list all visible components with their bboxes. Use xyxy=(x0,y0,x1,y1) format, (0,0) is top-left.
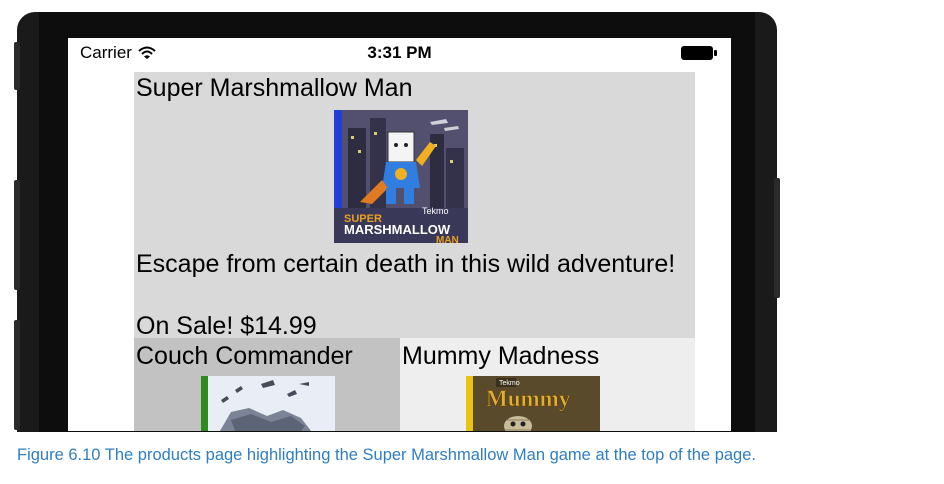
figure-caption: Figure 6.10 The products page highlighti… xyxy=(17,446,756,464)
featured-product-title: Super Marshmallow Man xyxy=(136,74,413,102)
featured-game-cover[interactable]: Tekmo SUPER MARSHMALLOW MAN xyxy=(334,110,468,243)
mummy-madness-cover[interactable]: Tekmo Mummy xyxy=(466,376,600,431)
status-time: 3:31 PM xyxy=(367,43,432,62)
mute-switch xyxy=(14,42,20,90)
phone-screen: Carrier 3:31 PM Super Marshmallow Man Te… xyxy=(68,38,731,431)
status-bar: Carrier 3:31 PM xyxy=(68,38,731,70)
product-tile-couch-commander[interactable]: Couch Commander xyxy=(134,338,400,431)
cover-title-line2: MARSHMALLOW xyxy=(344,222,451,237)
cover-tekmo-label: Tekmo xyxy=(422,206,449,216)
product-title: Mummy Madness xyxy=(402,342,600,370)
volume-down-button xyxy=(14,320,20,430)
featured-product-card[interactable]: Super Marshmallow Man Tekmo SUPER MARSHM… xyxy=(134,72,695,340)
battery-icon xyxy=(681,46,717,60)
couch-commander-cover[interactable] xyxy=(201,376,335,431)
product-tile-mummy-madness[interactable]: Mummy Madness Tekmo Mummy xyxy=(400,338,695,431)
featured-product-price: On Sale! $14.99 xyxy=(136,312,317,340)
volume-up-button xyxy=(14,180,20,290)
mummy-cover-title: Mummy xyxy=(486,386,571,411)
power-button xyxy=(774,178,780,298)
product-title: Couch Commander xyxy=(136,342,353,370)
cover-title-line3: MAN xyxy=(436,235,459,243)
featured-product-description: Escape from certain death in this wild a… xyxy=(136,250,676,278)
